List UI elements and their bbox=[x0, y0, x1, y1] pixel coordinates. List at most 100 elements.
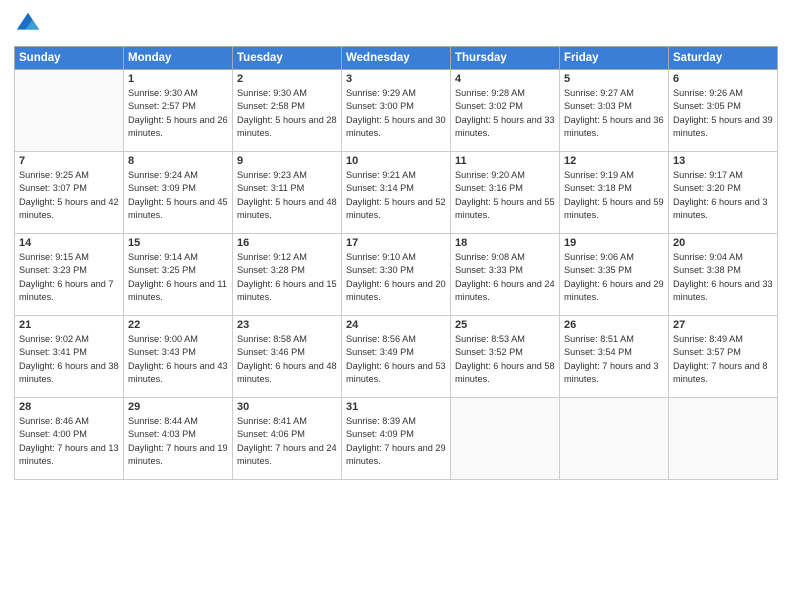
calendar-cell: 29 Sunrise: 8:44 AMSunset: 4:03 PMDayligh… bbox=[124, 398, 233, 480]
calendar-cell: 5 Sunrise: 9:27 AMSunset: 3:03 PMDaylight… bbox=[560, 70, 669, 152]
logo bbox=[14, 10, 46, 38]
day-number: 5 bbox=[564, 73, 664, 85]
calendar-cell: 30Sunrise: 8:41 AMSunset: 4:06 PMDayligh… bbox=[233, 398, 342, 480]
calendar-cell: 1 Sunrise: 9:30 AMSunset: 2:57 PMDaylight… bbox=[124, 70, 233, 152]
day-number: 24 bbox=[346, 319, 446, 331]
day-number: 23 bbox=[237, 319, 337, 331]
day-info: Sunrise: 9:06 AMSunset: 3:35 PMDaylight:… bbox=[564, 251, 664, 304]
calendar-cell: 6 Sunrise: 9:26 AMSunset: 3:05 PMDaylight… bbox=[669, 70, 778, 152]
calendar-cell: 9 Sunrise: 9:23 AMSunset: 3:11 PMDaylight… bbox=[233, 152, 342, 234]
calendar-cell: 23 Sunrise: 8:58 AMSunset: 3:46 PMDayligh… bbox=[233, 316, 342, 398]
day-number: 22 bbox=[128, 319, 228, 331]
day-info: Sunrise: 8:41 AMSunset: 4:06 PMDaylight:… bbox=[237, 415, 337, 468]
day-info: Sunrise: 9:30 AMSunset: 2:58 PMDaylight:… bbox=[237, 87, 337, 140]
calendar-cell: 11 Sunrise: 9:20 AMSunset: 3:16 PMDayligh… bbox=[451, 152, 560, 234]
day-info: Sunrise: 9:29 AMSunset: 3:00 PMDaylight:… bbox=[346, 87, 446, 140]
day-info: Sunrise: 9:02 AMSunset: 3:41 PMDaylight:… bbox=[19, 333, 119, 386]
day-number: 25 bbox=[455, 319, 555, 331]
page-container: SundayMondayTuesdayWednesdayThursdayFrid… bbox=[0, 0, 792, 486]
week-row-0: 1 Sunrise: 9:30 AMSunset: 2:57 PMDaylight… bbox=[15, 70, 778, 152]
week-row-4: 28 Sunrise: 8:46 AMSunset: 4:00 PMDayligh… bbox=[15, 398, 778, 480]
calendar-cell: 21 Sunrise: 9:02 AMSunset: 3:41 PMDayligh… bbox=[15, 316, 124, 398]
day-number: 15 bbox=[128, 237, 228, 249]
calendar-cell: 18Sunrise: 9:08 AMSunset: 3:33 PMDayligh… bbox=[451, 234, 560, 316]
calendar-cell: 22 Sunrise: 9:00 AMSunset: 3:43 PMDayligh… bbox=[124, 316, 233, 398]
day-info: Sunrise: 8:51 AMSunset: 3:54 PMDaylight:… bbox=[564, 333, 664, 386]
day-info: Sunrise: 8:44 AMSunset: 4:03 PMDaylight:… bbox=[128, 415, 228, 468]
day-info: Sunrise: 9:10 AMSunset: 3:30 PMDaylight:… bbox=[346, 251, 446, 304]
day-number: 16 bbox=[237, 237, 337, 249]
day-info: Sunrise: 8:56 AMSunset: 3:49 PMDaylight:… bbox=[346, 333, 446, 386]
calendar-cell: 25 Sunrise: 8:53 AMSunset: 3:52 PMDayligh… bbox=[451, 316, 560, 398]
day-info: Sunrise: 9:27 AMSunset: 3:03 PMDaylight:… bbox=[564, 87, 664, 140]
day-number: 17 bbox=[346, 237, 446, 249]
weekday-header-monday: Monday bbox=[124, 47, 233, 70]
day-number: 13 bbox=[673, 155, 773, 167]
day-info: Sunrise: 9:25 AMSunset: 3:07 PMDaylight:… bbox=[19, 169, 119, 222]
day-info: Sunrise: 9:23 AMSunset: 3:11 PMDaylight:… bbox=[237, 169, 337, 222]
day-number: 26 bbox=[564, 319, 664, 331]
day-info: Sunrise: 8:58 AMSunset: 3:46 PMDaylight:… bbox=[237, 333, 337, 386]
day-number: 6 bbox=[673, 73, 773, 85]
day-info: Sunrise: 9:12 AMSunset: 3:28 PMDaylight:… bbox=[237, 251, 337, 304]
weekday-header-row: SundayMondayTuesdayWednesdayThursdayFrid… bbox=[15, 47, 778, 70]
day-number: 3 bbox=[346, 73, 446, 85]
day-number: 9 bbox=[237, 155, 337, 167]
day-info: Sunrise: 9:24 AMSunset: 3:09 PMDaylight:… bbox=[128, 169, 228, 222]
day-info: Sunrise: 9:19 AMSunset: 3:18 PMDaylight:… bbox=[564, 169, 664, 222]
day-info: Sunrise: 9:30 AMSunset: 2:57 PMDaylight:… bbox=[128, 87, 228, 140]
calendar-cell: 24 Sunrise: 8:56 AMSunset: 3:49 PMDayligh… bbox=[342, 316, 451, 398]
weekday-header-wednesday: Wednesday bbox=[342, 47, 451, 70]
day-number: 31 bbox=[346, 401, 446, 413]
day-number: 8 bbox=[128, 155, 228, 167]
day-info: Sunrise: 8:46 AMSunset: 4:00 PMDaylight:… bbox=[19, 415, 119, 468]
day-info: Sunrise: 9:00 AMSunset: 3:43 PMDaylight:… bbox=[128, 333, 228, 386]
day-number: 29 bbox=[128, 401, 228, 413]
weekday-header-friday: Friday bbox=[560, 47, 669, 70]
day-info: Sunrise: 9:08 AMSunset: 3:33 PMDaylight:… bbox=[455, 251, 555, 304]
week-row-2: 14 Sunrise: 9:15 AMSunset: 3:23 PMDayligh… bbox=[15, 234, 778, 316]
day-info: Sunrise: 8:39 AMSunset: 4:09 PMDaylight:… bbox=[346, 415, 446, 468]
calendar-cell: 12Sunrise: 9:19 AMSunset: 3:18 PMDayligh… bbox=[560, 152, 669, 234]
calendar-cell: 20Sunrise: 9:04 AMSunset: 3:38 PMDayligh… bbox=[669, 234, 778, 316]
day-info: Sunrise: 9:14 AMSunset: 3:25 PMDaylight:… bbox=[128, 251, 228, 304]
day-info: Sunrise: 9:17 AMSunset: 3:20 PMDaylight:… bbox=[673, 169, 773, 222]
day-number: 11 bbox=[455, 155, 555, 167]
calendar-cell bbox=[451, 398, 560, 480]
calendar-cell: 17 Sunrise: 9:10 AMSunset: 3:30 PMDayligh… bbox=[342, 234, 451, 316]
day-info: Sunrise: 8:53 AMSunset: 3:52 PMDaylight:… bbox=[455, 333, 555, 386]
weekday-header-thursday: Thursday bbox=[451, 47, 560, 70]
calendar-cell: 4 Sunrise: 9:28 AMSunset: 3:02 PMDaylight… bbox=[451, 70, 560, 152]
calendar-cell: 16 Sunrise: 9:12 AMSunset: 3:28 PMDayligh… bbox=[233, 234, 342, 316]
day-info: Sunrise: 9:28 AMSunset: 3:02 PMDaylight:… bbox=[455, 87, 555, 140]
day-number: 2 bbox=[237, 73, 337, 85]
calendar-cell: 31 Sunrise: 8:39 AMSunset: 4:09 PMDayligh… bbox=[342, 398, 451, 480]
day-number: 7 bbox=[19, 155, 119, 167]
calendar-cell: 15 Sunrise: 9:14 AMSunset: 3:25 PMDayligh… bbox=[124, 234, 233, 316]
day-number: 1 bbox=[128, 73, 228, 85]
calendar-cell bbox=[669, 398, 778, 480]
calendar-cell: 27Sunrise: 8:49 AMSunset: 3:57 PMDayligh… bbox=[669, 316, 778, 398]
day-info: Sunrise: 9:26 AMSunset: 3:05 PMDaylight:… bbox=[673, 87, 773, 140]
weekday-header-tuesday: Tuesday bbox=[233, 47, 342, 70]
calendar-cell: 28 Sunrise: 8:46 AMSunset: 4:00 PMDayligh… bbox=[15, 398, 124, 480]
day-info: Sunrise: 9:21 AMSunset: 3:14 PMDaylight:… bbox=[346, 169, 446, 222]
calendar-cell: 10Sunrise: 9:21 AMSunset: 3:14 PMDayligh… bbox=[342, 152, 451, 234]
logo-icon bbox=[14, 10, 42, 38]
day-number: 28 bbox=[19, 401, 119, 413]
day-number: 21 bbox=[19, 319, 119, 331]
calendar-cell: 8 Sunrise: 9:24 AMSunset: 3:09 PMDaylight… bbox=[124, 152, 233, 234]
calendar-cell bbox=[15, 70, 124, 152]
day-info: Sunrise: 9:20 AMSunset: 3:16 PMDaylight:… bbox=[455, 169, 555, 222]
day-number: 14 bbox=[19, 237, 119, 249]
day-info: Sunrise: 9:15 AMSunset: 3:23 PMDaylight:… bbox=[19, 251, 119, 304]
calendar-table: SundayMondayTuesdayWednesdayThursdayFrid… bbox=[14, 46, 778, 480]
calendar-cell: 19Sunrise: 9:06 AMSunset: 3:35 PMDayligh… bbox=[560, 234, 669, 316]
header bbox=[14, 10, 778, 38]
week-row-1: 7 Sunrise: 9:25 AMSunset: 3:07 PMDaylight… bbox=[15, 152, 778, 234]
day-info: Sunrise: 9:04 AMSunset: 3:38 PMDaylight:… bbox=[673, 251, 773, 304]
calendar-cell bbox=[560, 398, 669, 480]
weekday-header-saturday: Saturday bbox=[669, 47, 778, 70]
day-number: 4 bbox=[455, 73, 555, 85]
weekday-header-sunday: Sunday bbox=[15, 47, 124, 70]
